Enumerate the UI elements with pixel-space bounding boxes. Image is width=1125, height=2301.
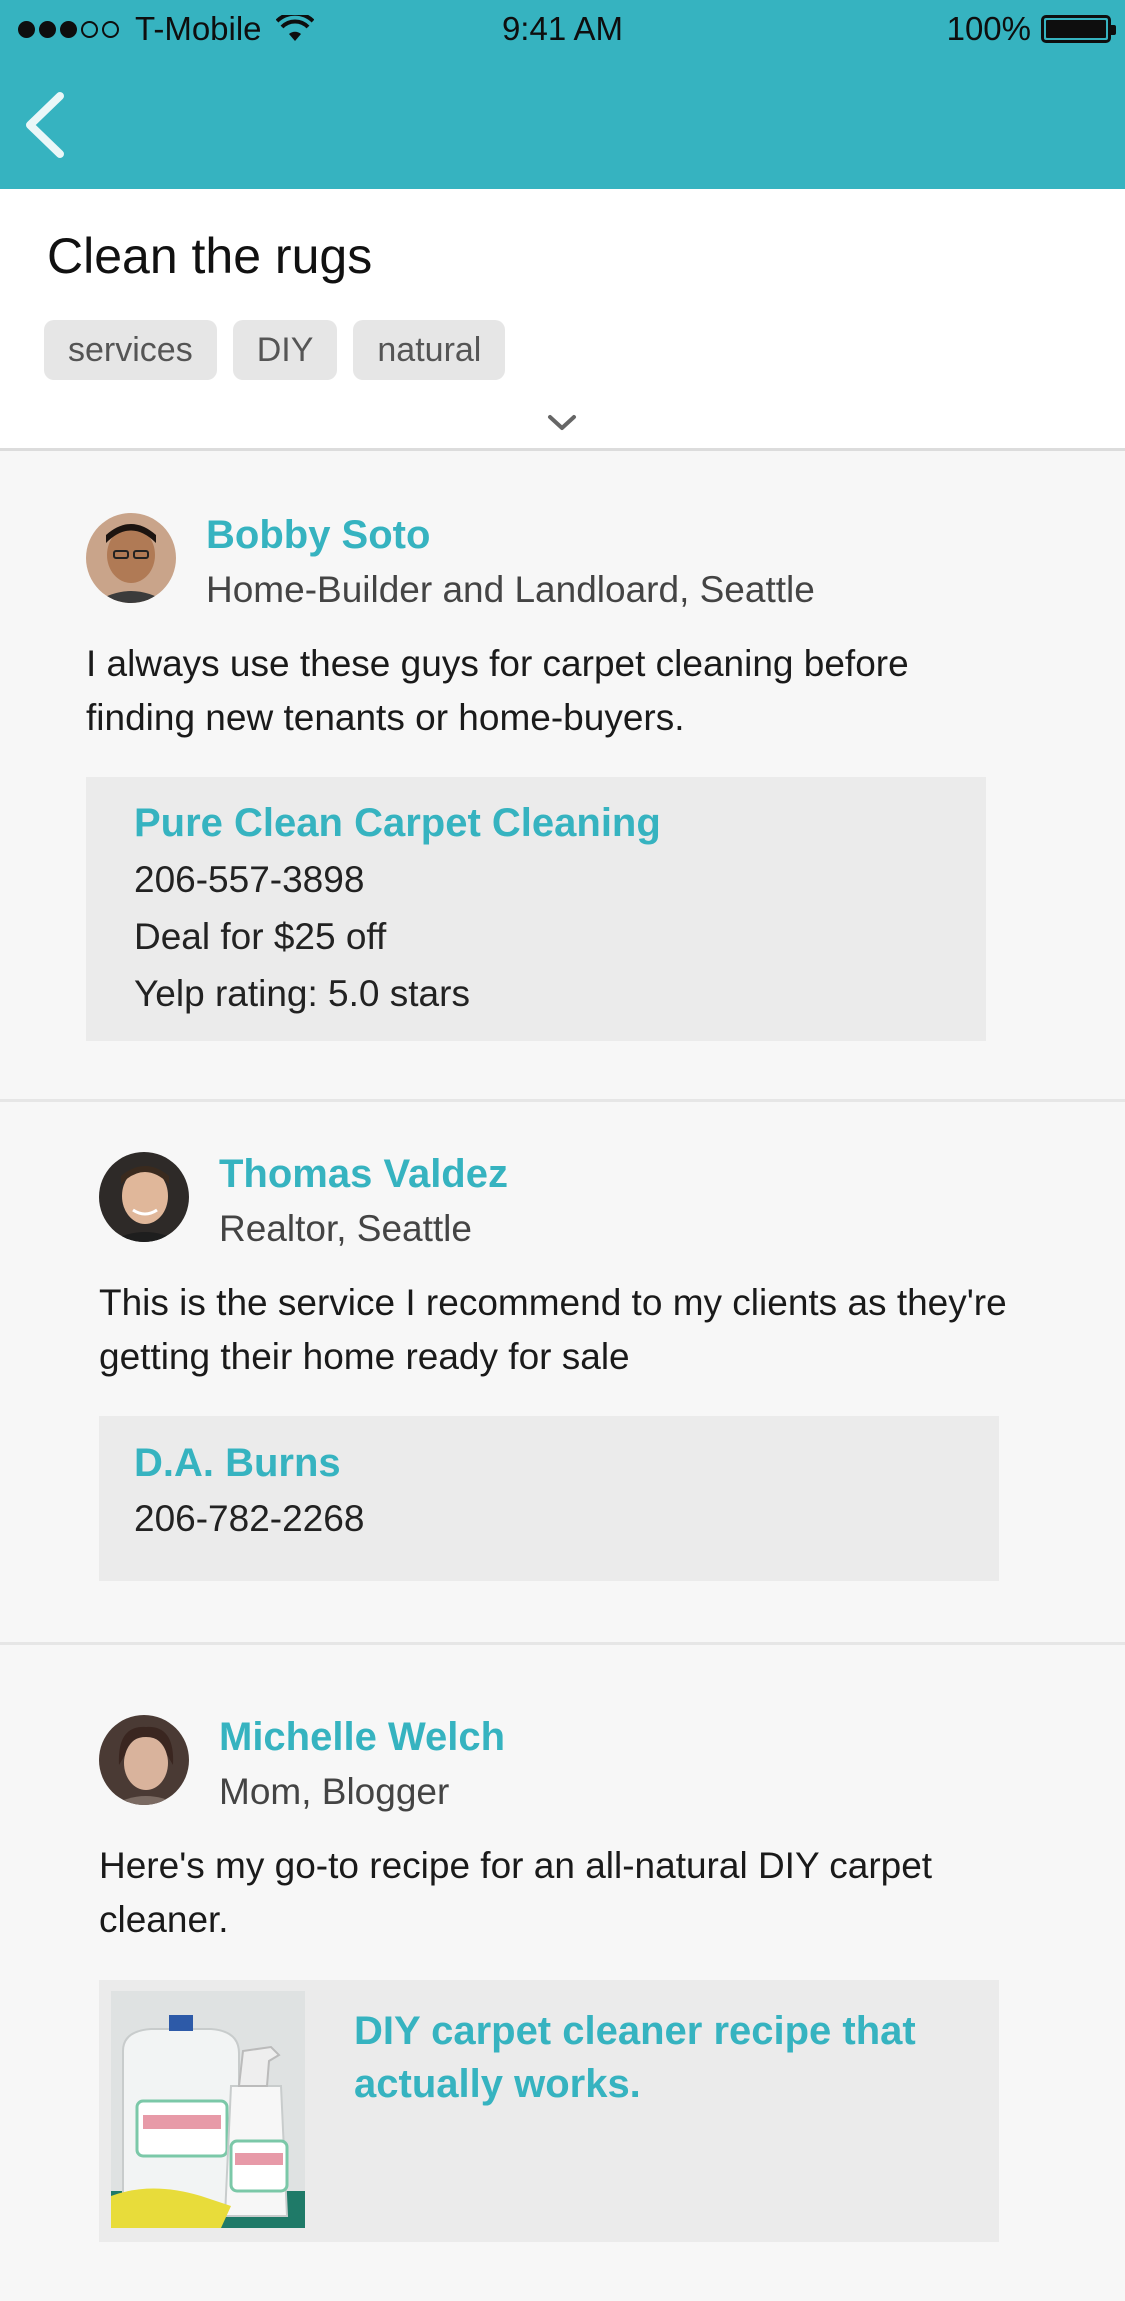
- recipe-link-title[interactable]: DIY carpet cleaner recipe that actually …: [354, 2005, 954, 2111]
- nav-bar: T-Mobile 9:41 AM 100%: [0, 0, 1125, 189]
- recommender-role: Home-Builder and Landloard, Seattle: [206, 569, 815, 610]
- business-phone[interactable]: 206-782-2268: [134, 1498, 364, 1540]
- recommender-name[interactable]: Bobby Soto: [206, 513, 430, 558]
- business-phone[interactable]: 206-557-3898: [134, 859, 364, 901]
- recommender-name[interactable]: Thomas Valdez: [219, 1152, 508, 1197]
- battery-percent: 100%: [946, 10, 1031, 47]
- recommendation-card: Bobby Soto Home-Builder and Landloard, S…: [0, 451, 1125, 1099]
- recommendation-card: Thomas Valdez Realtor, Seattle This is t…: [0, 1102, 1125, 1642]
- battery-group: 100%: [946, 10, 1116, 48]
- battery-icon: [1041, 15, 1116, 43]
- recommender-role: Mom, Blogger: [219, 1771, 450, 1812]
- recommender-role: Realtor, Seattle: [219, 1208, 472, 1249]
- recommendation-quote: I always use these guys for carpet clean…: [86, 643, 909, 738]
- business-deal: Deal for $25 off: [134, 916, 387, 957]
- business-card[interactable]: D.A. Burns 206-782-2268: [99, 1416, 999, 1581]
- avatar[interactable]: [99, 1715, 189, 1805]
- tag-diy[interactable]: DIY: [232, 320, 338, 380]
- tag-natural[interactable]: natural: [353, 320, 506, 380]
- tag-services[interactable]: services: [44, 320, 217, 380]
- recommendation-quote: This is the service I recommend to my cl…: [99, 1282, 1007, 1377]
- back-arrow-icon[interactable]: [22, 92, 66, 158]
- link-card[interactable]: DIY carpet cleaner recipe that actually …: [99, 1980, 999, 2242]
- business-name[interactable]: Pure Clean Carpet Cleaning: [134, 801, 661, 846]
- tag-list: services DIY natural: [44, 320, 506, 380]
- avatar[interactable]: [99, 1152, 189, 1242]
- business-rating: Yelp rating: 5.0 stars: [134, 973, 470, 1014]
- recommendation-quote: Here's my go-to recipe for an all-natura…: [99, 1845, 933, 1940]
- business-card[interactable]: Pure Clean Carpet Cleaning 206-557-3898 …: [86, 777, 986, 1041]
- title-section: Clean the rugs services DIY natural: [0, 189, 1125, 451]
- avatar[interactable]: [86, 513, 176, 603]
- recommender-name[interactable]: Michelle Welch: [219, 1715, 505, 1760]
- business-name[interactable]: D.A. Burns: [134, 1441, 341, 1486]
- status-bar: T-Mobile 9:41 AM 100%: [0, 0, 1125, 60]
- chevron-down-icon[interactable]: [546, 413, 578, 433]
- recommendation-card: Michelle Welch Mom, Blogger Here's my go…: [0, 1645, 1125, 2301]
- recipe-thumbnail[interactable]: [111, 1991, 305, 2228]
- page-title: Clean the rugs: [47, 228, 373, 284]
